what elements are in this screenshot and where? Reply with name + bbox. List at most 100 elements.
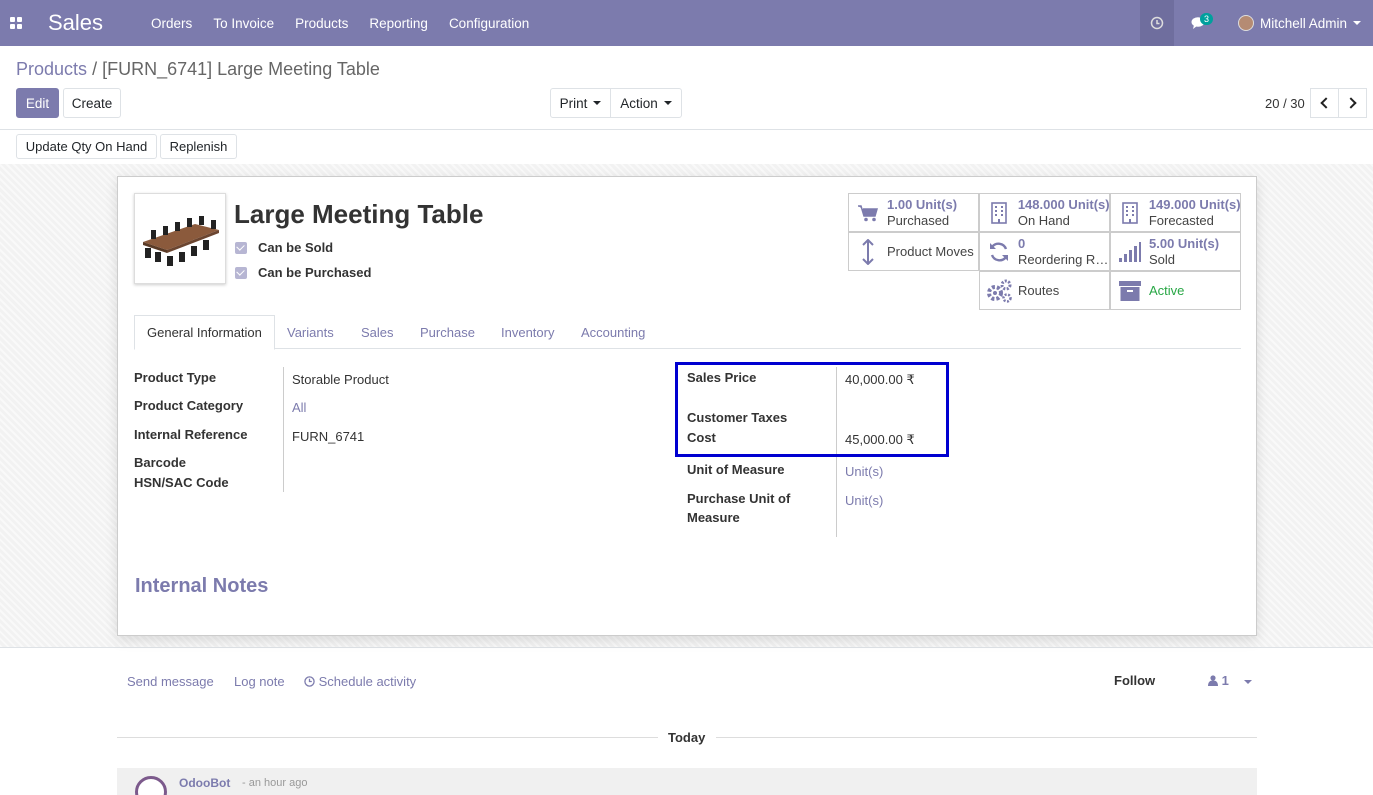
action-label: Action bbox=[620, 95, 658, 111]
purchase-uom-label-line2: Measure bbox=[687, 510, 740, 525]
signal-icon bbox=[1117, 241, 1143, 262]
apps-menu-icon[interactable] bbox=[0, 0, 32, 46]
breadcrumb-products[interactable]: Products bbox=[16, 59, 87, 79]
message-author[interactable]: OdooBot bbox=[179, 776, 230, 790]
pager-value[interactable]: 20 / 30 bbox=[1265, 96, 1305, 111]
stat-label: Product Moves bbox=[887, 243, 974, 259]
chevron-down-icon bbox=[593, 101, 602, 105]
checkbox-checked-icon bbox=[235, 266, 247, 279]
pager-next-button[interactable] bbox=[1338, 88, 1367, 118]
internal-reference-value[interactable]: FURN_6741 bbox=[292, 429, 364, 444]
stat-label: Forecasted bbox=[1148, 212, 1214, 228]
stat-value: 5.00 Unit(s) bbox=[1149, 235, 1220, 251]
divider bbox=[716, 737, 1257, 738]
print-dropdown[interactable]: Print bbox=[550, 88, 611, 118]
product-type-label: Product Type bbox=[134, 370, 217, 385]
chat-count-badge: 3 bbox=[1199, 13, 1213, 25]
gears-icon bbox=[986, 279, 1012, 303]
cart-icon bbox=[855, 204, 881, 222]
stat-reordering-button[interactable]: 0 Reordering R… bbox=[979, 232, 1110, 271]
divider bbox=[117, 737, 658, 738]
clock-icon bbox=[304, 676, 315, 687]
chevron-down-icon bbox=[1244, 679, 1253, 684]
followers-dropdown[interactable]: 1 bbox=[1208, 673, 1253, 688]
stat-label: Reordering R… bbox=[1018, 251, 1109, 267]
action-dropdown[interactable]: Action bbox=[610, 88, 682, 118]
stat-label: Sold bbox=[1149, 251, 1176, 267]
uom-value[interactable]: Unit(s) bbox=[845, 464, 883, 479]
stat-sold-button[interactable]: 5.00 Unit(s) Sold bbox=[1110, 232, 1241, 271]
stat-value: 1.00 Unit(s) bbox=[887, 196, 958, 212]
stat-value: 149.000 Unit(s) bbox=[1148, 196, 1240, 212]
stat-label: On Hand bbox=[1017, 212, 1070, 228]
stat-value: 0 bbox=[1018, 235, 1026, 251]
pager-previous-button[interactable] bbox=[1310, 88, 1339, 118]
print-label: Print bbox=[559, 95, 588, 111]
schedule-activity-link[interactable]: Schedule activity bbox=[304, 674, 416, 689]
checkbox-checked-icon bbox=[235, 241, 247, 254]
refresh-icon bbox=[986, 241, 1012, 263]
create-button[interactable]: Create bbox=[63, 88, 121, 118]
tab-variants[interactable]: Variants bbox=[287, 315, 334, 349]
stat-routes-button[interactable]: Routes bbox=[979, 271, 1110, 310]
tab-accounting[interactable]: Accounting bbox=[581, 315, 645, 349]
tab-inventory[interactable]: Inventory bbox=[501, 315, 554, 349]
user-menu[interactable]: Mitchell Admin bbox=[1224, 15, 1373, 31]
stat-active-toggle[interactable]: Active bbox=[1110, 271, 1241, 310]
top-navbar: Sales Orders To Invoice Products Reporti… bbox=[0, 0, 1373, 46]
follow-button[interactable]: Follow bbox=[1114, 673, 1155, 688]
chevron-down-icon bbox=[1353, 21, 1361, 25]
breadcrumb-separator: / bbox=[92, 59, 98, 79]
schedule-activity-label: Schedule activity bbox=[318, 674, 417, 689]
stat-on-hand-button[interactable]: 148.000 Unit(s) On Hand bbox=[979, 193, 1110, 232]
internal-notes-title: Internal Notes bbox=[135, 575, 269, 597]
product-type-value[interactable]: Storable Product bbox=[292, 372, 389, 387]
product-category-value[interactable]: All bbox=[292, 400, 306, 415]
stat-purchased-button[interactable]: 1.00 Unit(s) Purchased bbox=[848, 193, 979, 232]
chevron-down-icon bbox=[663, 101, 672, 105]
uom-label: Unit of Measure bbox=[687, 462, 785, 477]
tab-purchase[interactable]: Purchase bbox=[420, 315, 475, 349]
replenish-button[interactable]: Replenish bbox=[160, 134, 237, 159]
update-qty-button[interactable]: Update Qty On Hand bbox=[16, 134, 157, 159]
stat-label: Purchased bbox=[887, 212, 950, 228]
send-message-link[interactable]: Send message bbox=[127, 674, 214, 689]
purchase-uom-label: Purchase Unit of bbox=[687, 491, 791, 506]
stat-product-moves-button[interactable]: Product Moves bbox=[848, 232, 979, 271]
breadcrumb: Products / [FURN_6741] Large Meeting Tab… bbox=[16, 59, 380, 80]
hsn-code-label: HSN/SAC Code bbox=[134, 475, 229, 490]
can-be-sold-checkbox[interactable]: Can be Sold bbox=[235, 240, 333, 255]
product-category-label: Product Category bbox=[134, 398, 244, 413]
followers-count: 1 bbox=[1221, 673, 1229, 688]
chevron-right-icon bbox=[1345, 97, 1357, 109]
stat-label: Routes bbox=[1018, 282, 1060, 298]
highlight-box bbox=[675, 362, 949, 457]
breadcrumb-current: [FURN_6741] Large Meeting Table bbox=[102, 59, 380, 79]
edit-button[interactable]: Edit bbox=[16, 88, 59, 118]
divider bbox=[0, 129, 1373, 130]
purchase-uom-value[interactable]: Unit(s) bbox=[845, 493, 883, 508]
building-icon bbox=[1117, 201, 1143, 224]
log-note-link[interactable]: Log note bbox=[234, 674, 285, 689]
field-separator bbox=[283, 367, 284, 492]
tab-general-information[interactable]: General Information bbox=[134, 315, 275, 350]
messaging-chat-icon[interactable]: 3 bbox=[1174, 0, 1224, 46]
today-separator: Today bbox=[668, 730, 706, 745]
can-be-purchased-label: Can be Purchased bbox=[258, 265, 372, 280]
menu-reporting[interactable]: Reporting bbox=[369, 16, 428, 31]
tab-sales[interactable]: Sales bbox=[361, 315, 394, 349]
chevron-left-icon bbox=[1320, 97, 1332, 109]
menu-orders[interactable]: Orders bbox=[151, 16, 192, 31]
menu-products[interactable]: Products bbox=[295, 16, 348, 31]
app-brand[interactable]: Sales bbox=[48, 10, 103, 36]
stat-forecasted-button[interactable]: 149.000 Unit(s) Forecasted bbox=[1110, 193, 1241, 232]
internal-reference-label: Internal Reference bbox=[134, 427, 248, 442]
product-image[interactable] bbox=[134, 193, 226, 284]
menu-configuration[interactable]: Configuration bbox=[449, 16, 529, 31]
notebook-tabs: General Information Variants Sales Purch… bbox=[134, 315, 1241, 350]
can-be-sold-label: Can be Sold bbox=[258, 240, 334, 255]
product-name[interactable]: Large Meeting Table bbox=[234, 199, 483, 230]
can-be-purchased-checkbox[interactable]: Can be Purchased bbox=[235, 265, 371, 280]
menu-to-invoice[interactable]: To Invoice bbox=[213, 16, 274, 31]
activity-clock-icon[interactable] bbox=[1139, 0, 1174, 46]
